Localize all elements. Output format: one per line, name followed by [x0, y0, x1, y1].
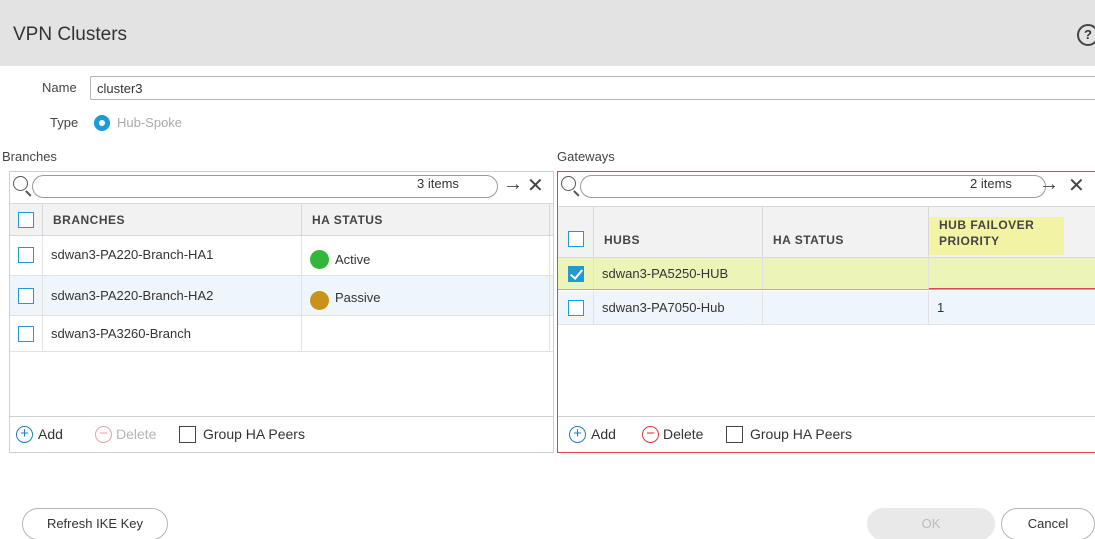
add-button[interactable]: Add: [591, 426, 616, 442]
select-all-checkbox[interactable]: [568, 231, 584, 247]
gateways-search-row: 2 items → ✕: [558, 172, 1095, 202]
search-icon[interactable]: [13, 176, 28, 191]
table-row[interactable]: sdwan3-PA220-Branch-HA1 Active: [10, 236, 553, 276]
column-header-ha-status[interactable]: HA STATUS: [302, 204, 550, 235]
delete-icon[interactable]: −: [642, 426, 659, 443]
table-row[interactable]: sdwan3-PA7050-Hub 1: [558, 291, 1095, 325]
ok-button: OK: [867, 508, 995, 539]
search-icon[interactable]: [561, 176, 576, 191]
delete-button: Delete: [116, 426, 157, 442]
branch-name: sdwan3-PA220-Branch-HA1: [51, 247, 214, 262]
clear-filter-icon[interactable]: ✕: [1068, 173, 1085, 198]
dialog-title: VPN Clusters: [13, 24, 128, 45]
hub-failover-priority-value[interactable]: 1: [937, 300, 944, 315]
ha-status-text: Passive: [335, 290, 381, 305]
select-all-checkbox[interactable]: [18, 212, 34, 228]
branches-toolbar: + Add − Delete Group HA Peers: [10, 416, 553, 452]
type-label: Type: [50, 115, 79, 130]
add-button[interactable]: Add: [38, 426, 63, 442]
hub-name: sdwan3-PA7050-Hub: [602, 300, 725, 315]
type-value: Hub-Spoke: [117, 115, 183, 130]
delete-icon: −: [95, 426, 112, 443]
ha-status-text: Active: [335, 252, 371, 267]
gateways-panel: 2 items → ✕ HUBS HA STATUS HUB FAILOVER …: [557, 171, 1095, 453]
column-header-branches[interactable]: BRANCHES: [43, 204, 302, 235]
select-all-cell: [558, 207, 594, 257]
table-row[interactable]: sdwan3-PA220-Branch-HA2 Passive: [10, 276, 553, 316]
refresh-ike-key-button[interactable]: Refresh IKE Key: [22, 508, 168, 539]
cancel-button[interactable]: Cancel: [1001, 508, 1095, 539]
hub-name: sdwan3-PA5250-HUB: [602, 266, 729, 281]
apply-filter-arrow-icon[interactable]: →: [503, 173, 523, 196]
ha-active-status-icon: [310, 250, 329, 269]
branches-grid-header: BRANCHES HA STATUS: [10, 203, 553, 236]
row-checkbox[interactable]: [18, 326, 34, 342]
row-checkbox[interactable]: [18, 288, 34, 304]
branches-panel: 3 items → ✕ BRANCHES HA STATUS sdwan3-PA…: [9, 171, 554, 453]
branches-search-row: 3 items → ✕: [10, 172, 553, 202]
type-radio-hub-spoke[interactable]: [94, 115, 110, 131]
select-all-cell: [10, 204, 43, 235]
branch-name: sdwan3-PA3260-Branch: [51, 326, 191, 341]
help-icon[interactable]: ?: [1077, 24, 1095, 46]
group-ha-peers-checkbox[interactable]: [726, 426, 743, 443]
table-row[interactable]: sdwan3-PA3260-Branch: [10, 316, 553, 352]
apply-filter-arrow-icon[interactable]: →: [1039, 173, 1059, 196]
priority-error-underline: [929, 287, 1095, 289]
add-icon[interactable]: +: [16, 426, 33, 443]
row-checkbox[interactable]: [568, 300, 584, 316]
delete-button[interactable]: Delete: [663, 426, 703, 442]
add-icon[interactable]: +: [569, 426, 586, 443]
clear-filter-icon[interactable]: ✕: [527, 173, 544, 198]
dialog-titlebar: VPN Clusters ?: [0, 0, 1095, 66]
branches-section-label: Branches: [2, 149, 57, 164]
group-ha-peers-label[interactable]: Group HA Peers: [750, 426, 852, 442]
gateways-section-label: Gateways: [557, 149, 615, 164]
gateways-items-count: 2 items: [970, 176, 1012, 191]
name-label: Name: [42, 80, 77, 95]
column-header-ha-status[interactable]: HA STATUS: [763, 207, 929, 257]
row-checkbox[interactable]: [568, 266, 584, 282]
column-header-hub-failover-priority[interactable]: HUB FAILOVER PRIORITY: [929, 207, 1095, 257]
row-checkbox[interactable]: [18, 247, 34, 263]
group-ha-peers-label[interactable]: Group HA Peers: [203, 426, 305, 442]
branches-items-count: 3 items: [417, 176, 459, 191]
gateways-grid-header: HUBS HA STATUS HUB FAILOVER PRIORITY: [558, 206, 1095, 258]
group-ha-peers-checkbox[interactable]: [179, 426, 196, 443]
gateways-toolbar: + Add − Delete Group HA Peers: [558, 416, 1095, 452]
branch-name: sdwan3-PA220-Branch-HA2: [51, 288, 214, 303]
ha-passive-status-icon: [310, 291, 329, 310]
name-input[interactable]: [90, 76, 1095, 100]
column-header-hubs[interactable]: HUBS: [594, 207, 763, 257]
table-row[interactable]: sdwan3-PA5250-HUB: [558, 258, 1095, 290]
